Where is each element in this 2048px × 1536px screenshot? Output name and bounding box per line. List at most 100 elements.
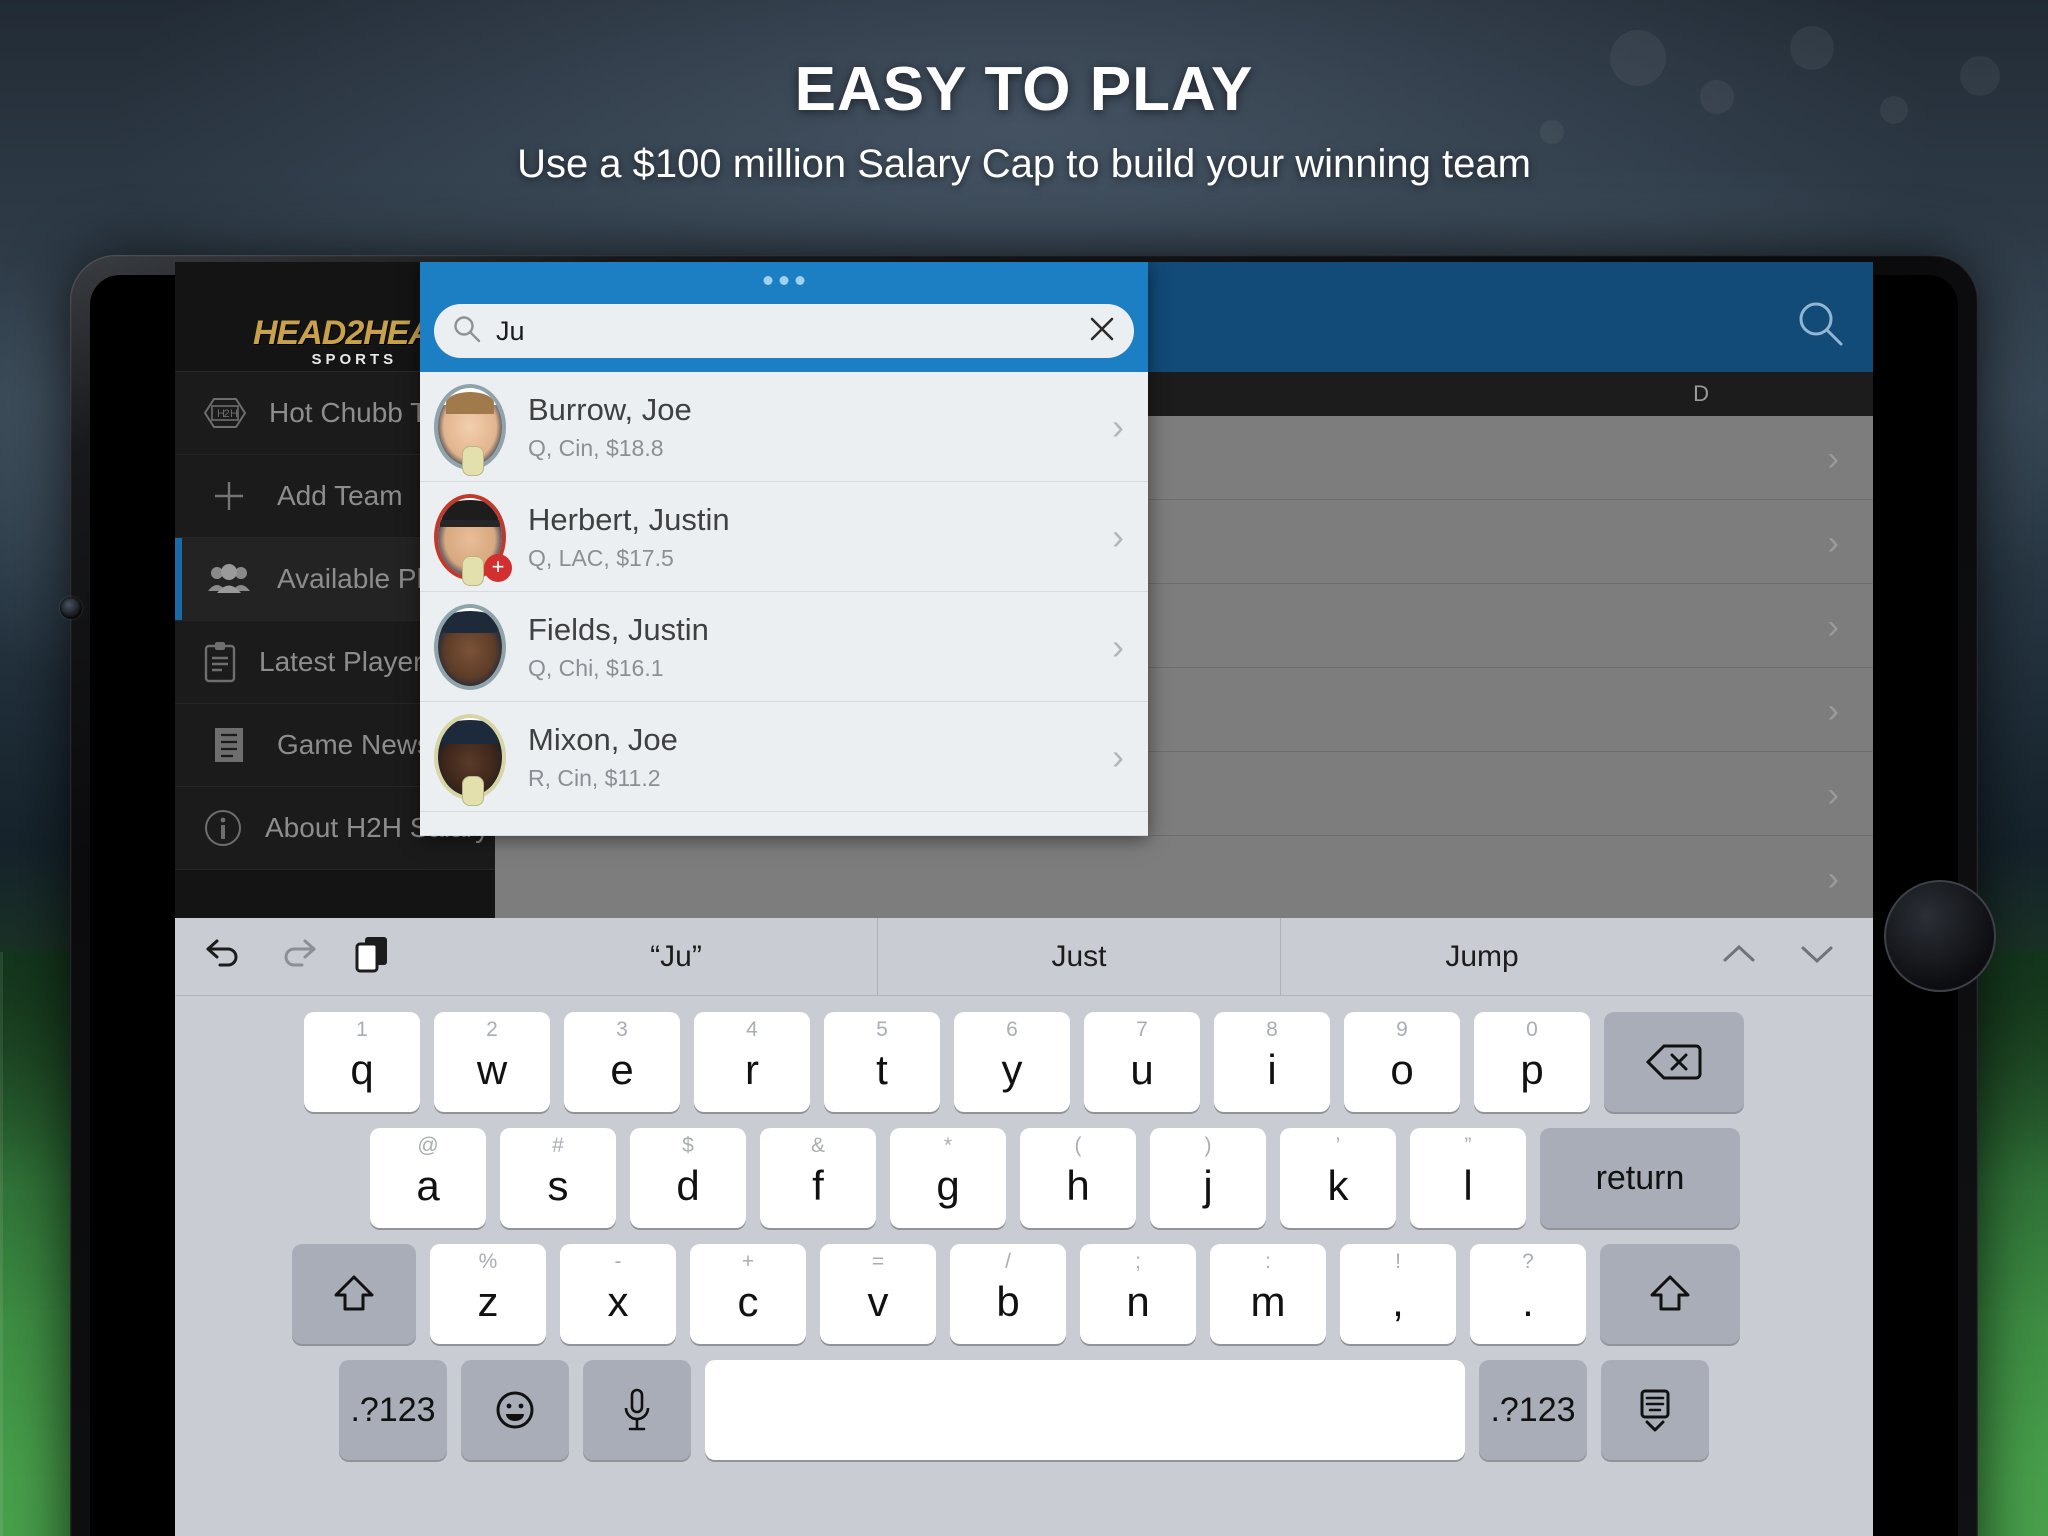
player-name: Mixon, Joe xyxy=(528,721,678,757)
sidebar-label: Add Team xyxy=(277,480,403,511)
undo-icon[interactable] xyxy=(203,935,243,978)
key-alt: + xyxy=(741,1250,755,1273)
key-alt: # xyxy=(552,1134,564,1157)
key-m[interactable]: :m xyxy=(1210,1244,1326,1344)
key-e[interactable]: 3e xyxy=(564,1012,680,1112)
key-shift-left[interactable] xyxy=(292,1244,416,1344)
search-input[interactable]: Ju xyxy=(434,304,1134,358)
suggestion-item[interactable]: Just xyxy=(877,917,1280,996)
key-g[interactable]: * g xyxy=(890,1128,1006,1228)
key-space[interactable] xyxy=(705,1360,1465,1460)
table-row[interactable]: › xyxy=(495,836,1873,920)
chevron-right-icon: › xyxy=(1112,515,1124,557)
search-result-row[interactable]: Mixon, Joe R, Cin, $11.2 › xyxy=(420,702,1148,812)
key-numeric-right[interactable]: .?123 xyxy=(1479,1360,1587,1460)
key-label: m xyxy=(1250,1278,1286,1325)
avatar xyxy=(434,603,506,690)
key-l[interactable]: ” l xyxy=(1410,1128,1526,1228)
suggestion-item[interactable]: “Ju” xyxy=(475,918,877,996)
keyboard-row-3: % z -x + c = v / b ; n :m !, ?. xyxy=(175,1244,1873,1344)
key-c[interactable]: + c xyxy=(690,1244,806,1344)
key-d[interactable]: $ d xyxy=(630,1128,746,1228)
key-label: c xyxy=(737,1278,759,1325)
key-label: x xyxy=(607,1278,629,1325)
status-badge xyxy=(462,445,484,476)
key-alt: 8 xyxy=(1266,1018,1278,1041)
key-label: u xyxy=(1130,1046,1154,1093)
key-w[interactable]: 2w xyxy=(434,1012,550,1112)
search-result-row[interactable]: + Herbert, Justin Q, LAC, $17.5 › xyxy=(420,482,1148,592)
add-player-badge-icon[interactable]: + xyxy=(484,553,512,582)
key-j[interactable]: ) j xyxy=(1150,1128,1266,1228)
key-label: f xyxy=(812,1162,824,1209)
key-i[interactable]: 8i xyxy=(1214,1012,1330,1112)
key-y[interactable]: 6y xyxy=(954,1012,1070,1112)
search-icon[interactable] xyxy=(1795,298,1847,355)
search-icon xyxy=(452,314,482,349)
key-period[interactable]: ?. xyxy=(1470,1244,1586,1344)
key-p[interactable]: 0p xyxy=(1474,1012,1590,1112)
key-dictation[interactable] xyxy=(583,1360,691,1460)
key-alt: * xyxy=(943,1134,953,1157)
key-shift-right[interactable] xyxy=(1600,1244,1740,1344)
promo-background: EASY TO PLAY Use a $100 million Salary C… xyxy=(0,0,2048,1536)
key-a[interactable]: @ a xyxy=(370,1128,486,1228)
key-alt: 4 xyxy=(746,1018,758,1041)
paste-icon[interactable] xyxy=(355,935,389,978)
key-label: o xyxy=(1390,1046,1414,1093)
redo-icon[interactable] xyxy=(279,935,319,978)
key-emoji[interactable] xyxy=(461,1360,569,1460)
chevron-up-icon[interactable] xyxy=(1720,939,1758,974)
avatar xyxy=(434,713,506,806)
promo-subheadline: Use a $100 million Salary Cap to build y… xyxy=(517,142,1531,186)
chevron-right-icon: › xyxy=(1827,860,1839,898)
shift-icon xyxy=(292,1244,416,1344)
key-b[interactable]: / b xyxy=(950,1244,1066,1344)
key-h[interactable]: (h xyxy=(1020,1128,1136,1228)
key-z[interactable]: % z xyxy=(430,1244,546,1344)
player-name: Burrow, Joe xyxy=(528,391,692,427)
key-hide-keyboard[interactable] xyxy=(1601,1360,1709,1460)
key-numeric-left[interactable]: .?123 xyxy=(339,1360,447,1460)
key-t[interactable]: 5t xyxy=(824,1012,940,1112)
key-return[interactable]: return xyxy=(1540,1128,1740,1228)
key-label: g xyxy=(936,1162,960,1209)
search-result-row[interactable]: Fields, Justin Q, Chi, $16.1 › xyxy=(420,592,1148,702)
key-alt: 1 xyxy=(356,1018,368,1041)
key-r[interactable]: 4r xyxy=(694,1012,810,1112)
search-result-row[interactable]: Burrow, Joe Q, Cin, $18.8 › xyxy=(420,372,1148,482)
home-button[interactable] xyxy=(1884,880,1996,992)
search-result-row[interactable] xyxy=(420,812,1148,836)
key-k[interactable]: ’ k xyxy=(1280,1128,1396,1228)
h2h-shield-icon: H 2 H xyxy=(203,397,247,429)
chevron-down-icon[interactable] xyxy=(1798,939,1836,974)
close-x-icon[interactable] xyxy=(1088,315,1116,348)
key-f[interactable]: & f xyxy=(760,1128,876,1228)
key-alt: = xyxy=(871,1250,885,1273)
key-backspace[interactable] xyxy=(1604,1012,1744,1112)
key-n[interactable]: ; n xyxy=(1080,1244,1196,1344)
player-name: Fields, Justin xyxy=(528,611,709,647)
key-label: j xyxy=(1203,1162,1213,1209)
key-label: d xyxy=(676,1162,700,1209)
numeric-label: .?123 xyxy=(350,1390,436,1429)
key-label: i xyxy=(1267,1046,1277,1093)
key-label: r xyxy=(745,1046,759,1093)
svg-text:H: H xyxy=(230,408,238,420)
key-v[interactable]: = v xyxy=(820,1244,936,1344)
suggestion-item[interactable]: Jump xyxy=(1280,917,1683,996)
drag-handle-icon[interactable] xyxy=(763,276,805,285)
key-s[interactable]: # s xyxy=(500,1128,616,1228)
key-alt: 6 xyxy=(1006,1018,1018,1041)
key-label: , xyxy=(1392,1278,1404,1325)
key-alt: 2 xyxy=(486,1018,498,1041)
key-u[interactable]: 7u xyxy=(1084,1012,1200,1112)
key-q[interactable]: 1q xyxy=(304,1012,420,1112)
player-meta: Q, Cin, $18.8 xyxy=(528,434,664,461)
chevron-right-icon: › xyxy=(1112,625,1124,667)
on-screen-keyboard: “Ju” Just Jump 1q 2w 3e 4r 5 t 6 y 7 u 8… xyxy=(175,917,1873,1536)
key-o[interactable]: 9o xyxy=(1344,1012,1460,1112)
predictive-bar: “Ju” Just Jump xyxy=(175,917,1873,996)
key-comma[interactable]: !, xyxy=(1340,1244,1456,1344)
key-x[interactable]: -x xyxy=(560,1244,676,1344)
